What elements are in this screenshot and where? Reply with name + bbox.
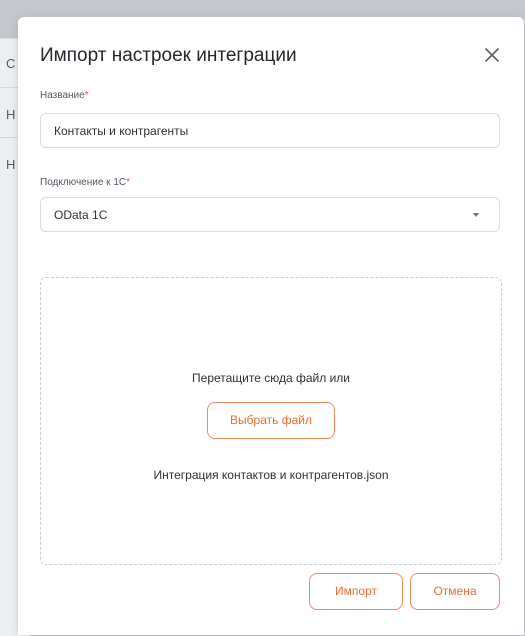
chevron-down-icon xyxy=(473,213,479,217)
background-text: Н xyxy=(6,107,16,122)
connection-select-value: OData 1C xyxy=(54,208,108,222)
connection-label-text: Подключение к 1С xyxy=(40,177,127,188)
file-dropzone[interactable]: Перетащите сюда файл или Выбрать файл Ин… xyxy=(40,277,502,565)
name-input[interactable]: Контакты и контрагенты xyxy=(40,113,500,148)
connection-label: Подключение к 1С* xyxy=(40,177,130,188)
cancel-button[interactable]: Отмена xyxy=(410,573,500,610)
required-mark: * xyxy=(84,90,89,101)
selected-file-name: Интеграция контактов и контрагентов.json xyxy=(153,468,389,482)
choose-file-button[interactable]: Выбрать файл xyxy=(207,402,335,439)
dropzone-hint: Перетащите сюда файл или xyxy=(192,371,350,385)
import-integration-dialog: Импорт настроек интеграции Название* Кон… xyxy=(18,17,524,635)
name-input-value: Контакты и контрагенты xyxy=(54,124,189,138)
background-text: Н xyxy=(6,157,16,172)
import-button[interactable]: Импорт xyxy=(309,573,403,610)
dialog-title: Импорт настроек интеграции xyxy=(40,45,297,66)
required-mark: * xyxy=(126,177,131,188)
background-text: С xyxy=(6,56,16,71)
close-icon[interactable] xyxy=(480,43,504,67)
connection-select[interactable]: OData 1C xyxy=(40,197,500,232)
name-label: Название* xyxy=(40,90,89,101)
name-label-text: Название xyxy=(40,90,85,101)
